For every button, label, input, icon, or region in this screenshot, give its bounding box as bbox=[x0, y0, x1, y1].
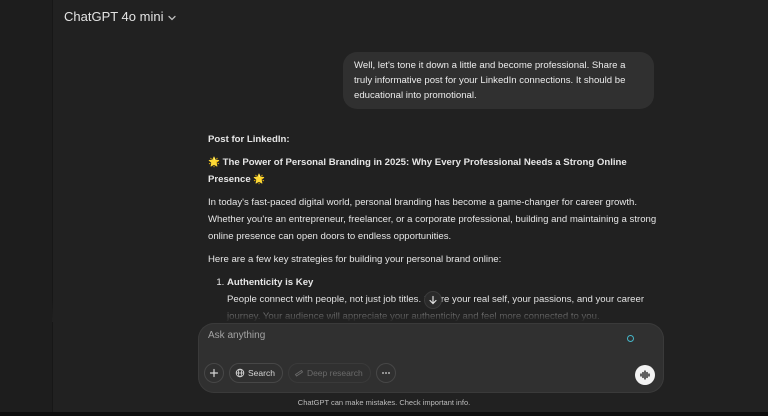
ellipsis-icon bbox=[381, 372, 390, 374]
composer-toolbar: Search Deep research bbox=[204, 363, 396, 383]
post-title: 🌟 The Power of Personal Branding in 2025… bbox=[208, 154, 658, 188]
star-icon: 🌟 bbox=[208, 157, 220, 168]
model-label: ChatGPT 4o mini bbox=[64, 8, 164, 24]
status-dot-icon bbox=[627, 335, 634, 342]
post-lead-in: Here are a few key strategies for buildi… bbox=[208, 254, 502, 265]
star-icon: 🌟 bbox=[253, 174, 266, 185]
search-button[interactable]: Search bbox=[229, 363, 283, 383]
prompt-input[interactable]: Ask anything bbox=[208, 330, 265, 341]
more-options-button[interactable] bbox=[375, 363, 396, 383]
arrow-down-icon bbox=[429, 295, 437, 305]
post-heading: Post for LinkedIn: bbox=[208, 134, 290, 145]
user-message-bubble: Well, let's tone it down a little and be… bbox=[343, 52, 654, 109]
disclaimer-text: ChatGPT can make mistakes. Check importa… bbox=[297, 398, 471, 407]
bottom-edge bbox=[0, 412, 768, 416]
globe-icon bbox=[235, 368, 245, 378]
chevron-down-icon bbox=[167, 11, 177, 21]
plus-icon bbox=[209, 368, 219, 378]
voice-mode-button[interactable] bbox=[635, 365, 655, 385]
model-selector[interactable]: ChatGPT 4o mini bbox=[64, 6, 177, 26]
list-item-title: Authenticity is Key bbox=[227, 277, 314, 288]
post-intro: In today's fast-paced digital world, per… bbox=[208, 197, 657, 242]
composer: Ask anything Search Deep research bbox=[198, 323, 664, 393]
scroll-to-bottom-button[interactable] bbox=[424, 291, 442, 309]
scroll-fade bbox=[52, 300, 768, 322]
attach-button[interactable] bbox=[204, 363, 224, 383]
sidebar-strip bbox=[0, 0, 52, 416]
user-message-text: Well, let's tone it down a little and be… bbox=[354, 60, 626, 101]
deep-research-label: Deep research bbox=[306, 368, 363, 378]
waveform-icon bbox=[640, 370, 650, 380]
deep-research-button[interactable]: Deep research bbox=[287, 363, 371, 383]
telescope-icon bbox=[294, 369, 304, 377]
search-button-label: Search bbox=[248, 368, 275, 378]
post-title-text: The Power of Personal Branding in 2025: … bbox=[208, 157, 627, 185]
